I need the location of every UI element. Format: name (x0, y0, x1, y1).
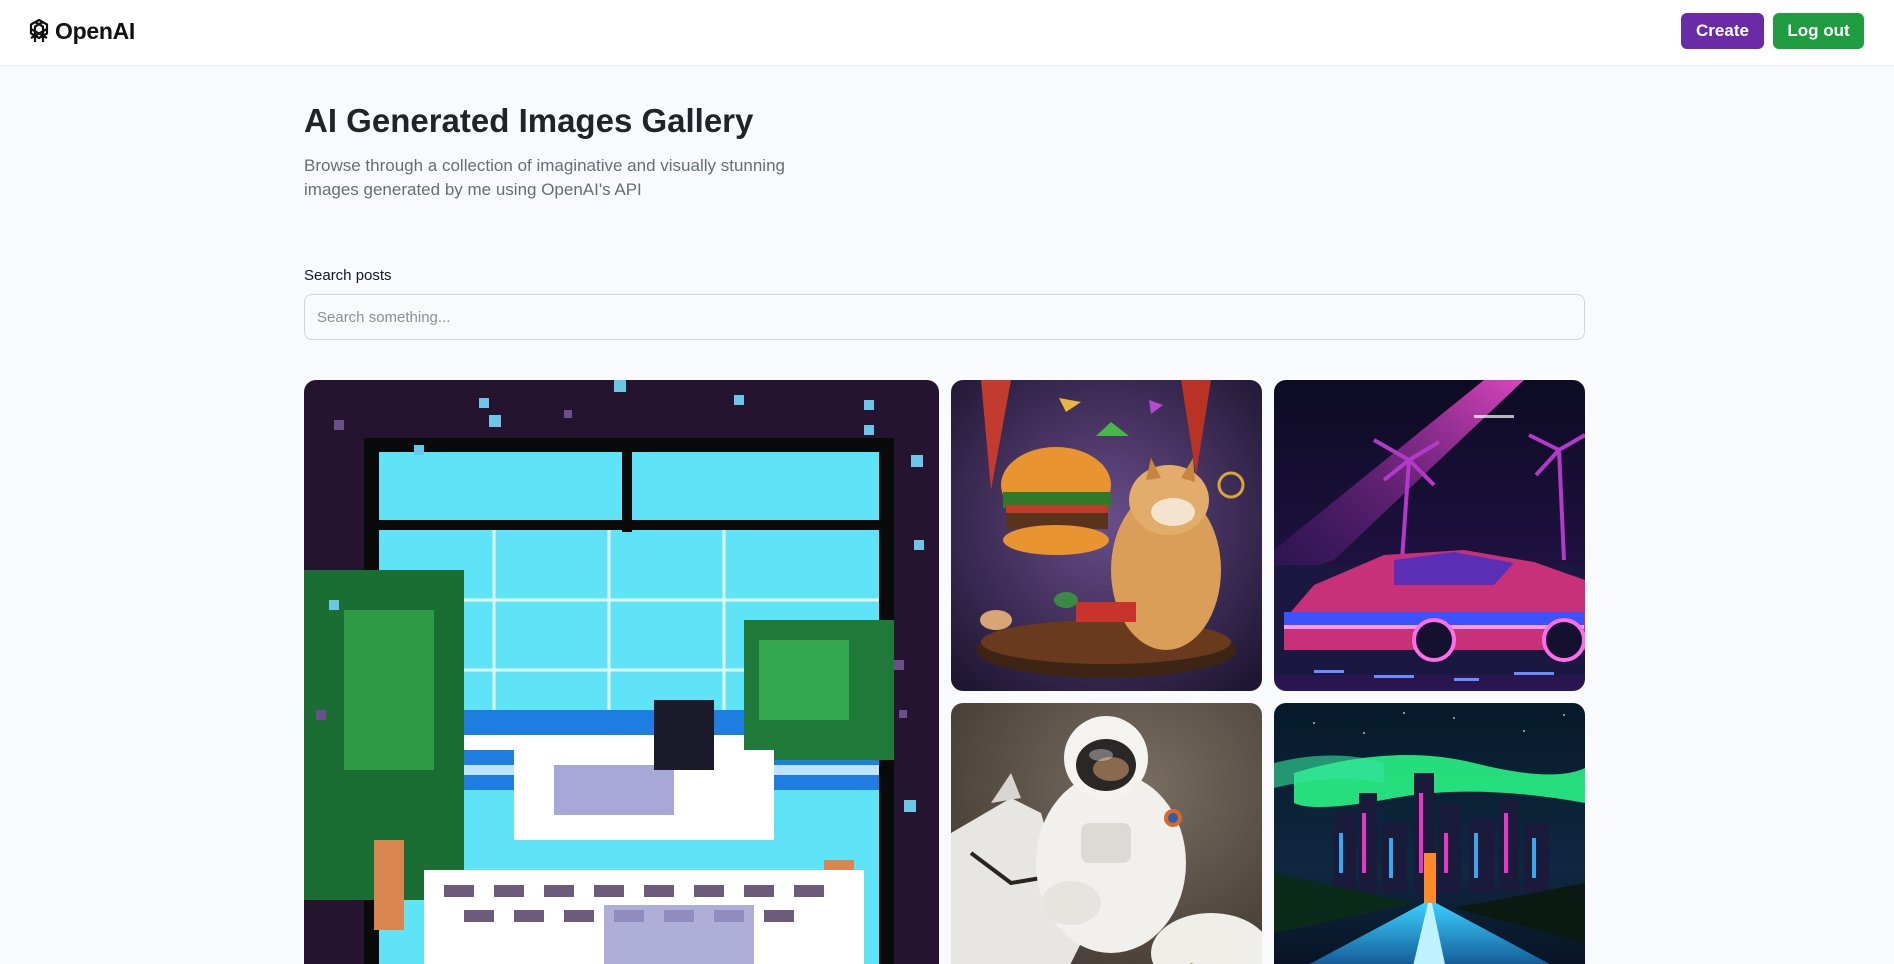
create-button[interactable]: Create (1681, 13, 1764, 49)
page-title: AI Generated Images Gallery (304, 102, 754, 139)
gallery-item[interactable] (951, 703, 1262, 964)
gallery-item[interactable] (304, 380, 939, 964)
synthwave-car-image (1274, 380, 1585, 691)
openai-logo[interactable]: OpenAI (24, 15, 135, 47)
astronaut-horse-image (951, 703, 1262, 964)
dog-burger-image (951, 380, 1262, 691)
logo-text: OpenAI (55, 17, 135, 44)
pixel-art-room-image (304, 380, 939, 964)
search-label: Search posts (304, 267, 392, 284)
openai-knot-icon (29, 18, 49, 42)
gallery-item[interactable] (951, 380, 1262, 691)
page-subtitle: Browse through a collection of imaginati… (304, 156, 785, 199)
top-navbar: OpenAI Create Log out (0, 0, 1894, 66)
gallery-item[interactable] (1274, 703, 1585, 964)
search-input[interactable] (304, 294, 1585, 340)
logout-button[interactable]: Log out (1773, 13, 1864, 49)
neon-city-road-image (1274, 703, 1585, 964)
gallery-item[interactable] (1274, 380, 1585, 691)
